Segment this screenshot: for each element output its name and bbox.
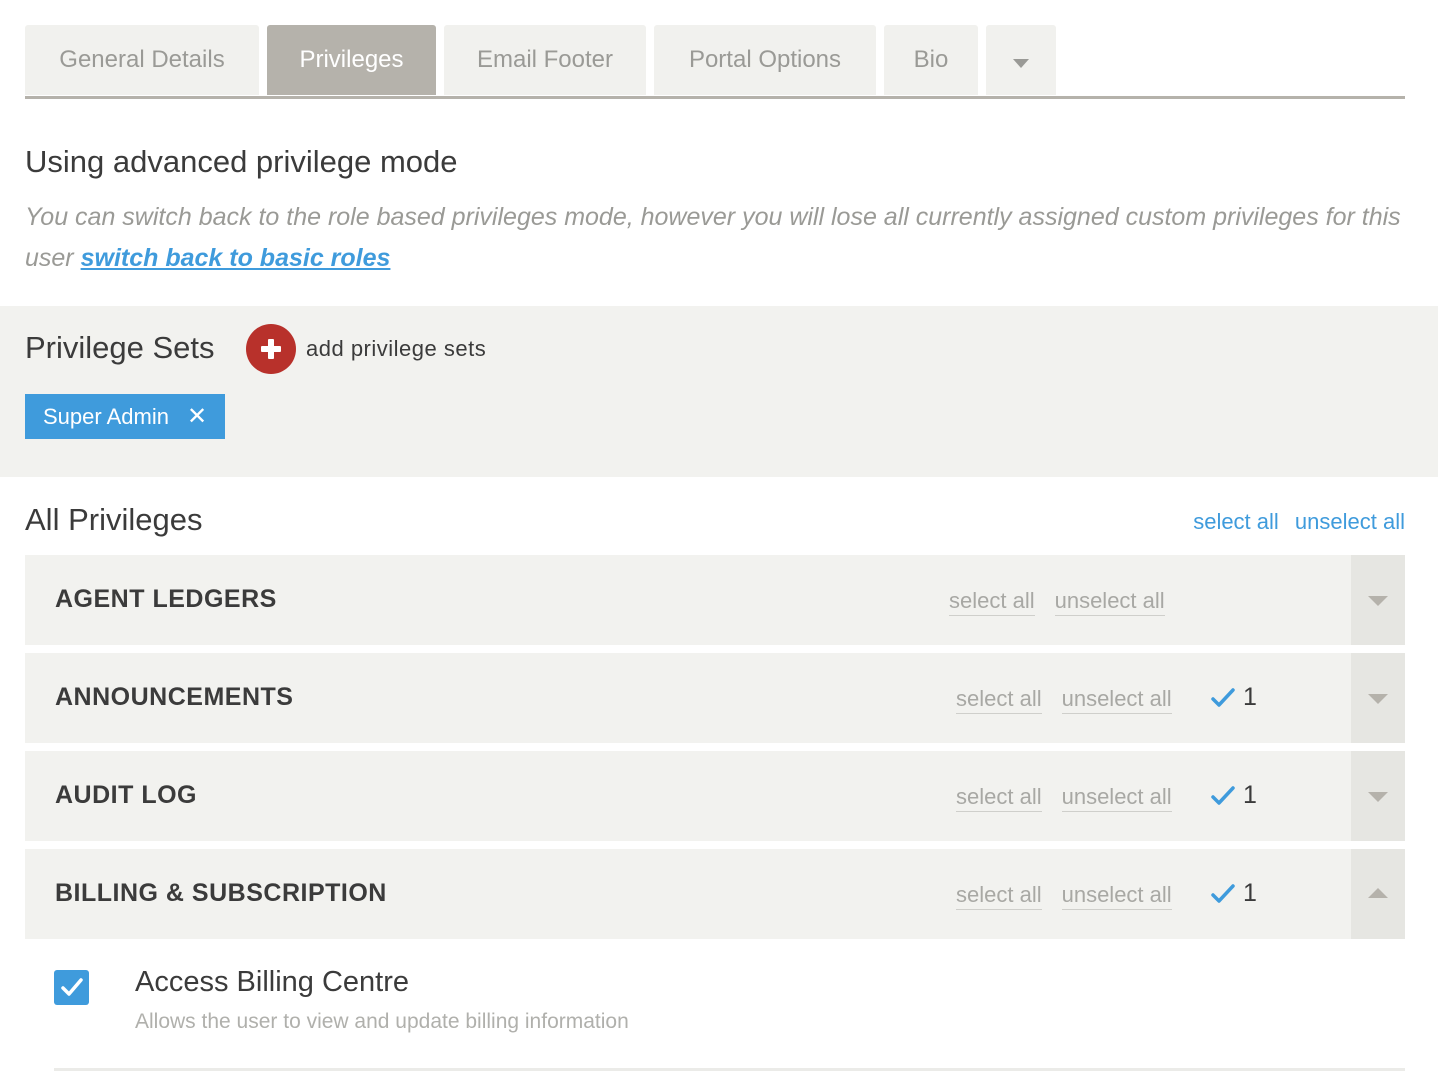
privilege-item-title: Access Billing Centre xyxy=(135,966,409,998)
selected-count-value: 1 xyxy=(1243,879,1257,907)
divider xyxy=(54,1068,1405,1071)
privilege-sets-panel: Privilege Sets add privilege sets Super … xyxy=(0,306,1438,477)
group-select-all-link[interactable]: select all xyxy=(956,882,1042,910)
selected-count-value: 1 xyxy=(1243,683,1257,711)
checkmark-icon xyxy=(1211,687,1235,707)
all-privileges-title: All Privileges xyxy=(25,502,203,537)
group-actions: select all unselect all xyxy=(956,686,1172,714)
group-select-all-link[interactable]: select all xyxy=(956,686,1042,714)
tab-email-footer[interactable]: Email Footer xyxy=(444,25,646,95)
group-select-all-link[interactable]: select all xyxy=(956,784,1042,812)
tab-portal-options[interactable]: Portal Options xyxy=(654,25,876,95)
group-unselect-all-link[interactable]: unselect all xyxy=(1061,686,1172,714)
switch-to-basic-roles-link[interactable]: switch back to basic roles xyxy=(81,244,391,272)
chevron-up-icon xyxy=(1368,888,1388,898)
tab-label: General Details xyxy=(59,46,225,73)
chevron-down-icon xyxy=(1368,792,1388,802)
tab-label: Portal Options xyxy=(688,46,842,73)
privilege-item-description: Allows the user to view and update billi… xyxy=(135,1010,629,1033)
close-icon[interactable]: ✕ xyxy=(187,402,207,431)
tab-privileges[interactable]: Privileges xyxy=(267,25,436,95)
group-expand-toggle[interactable] xyxy=(1351,555,1405,645)
tab-label: Bio xyxy=(913,46,949,73)
privilege-group-billing-subscription[interactable]: BILLING & SUBSCRIPTION select all unsele… xyxy=(25,849,1405,939)
group-unselect-all-link[interactable]: unselect all xyxy=(1061,784,1172,812)
group-actions: select all unselect all xyxy=(956,784,1172,812)
privilege-group-agent-ledgers[interactable]: AGENT LEDGERS select all unselect all xyxy=(25,555,1405,645)
add-privilege-set-button[interactable] xyxy=(246,324,296,374)
selected-count-value: 1 xyxy=(1243,781,1257,809)
chevron-down-icon xyxy=(1013,58,1029,68)
privilege-group-announcements[interactable]: ANNOUNCEMENTS select all unselect all 1 xyxy=(25,653,1405,743)
add-privilege-sets-label[interactable]: add privilege sets xyxy=(306,336,486,362)
group-collapse-toggle[interactable] xyxy=(1351,849,1405,939)
checkmark-icon xyxy=(1211,785,1235,805)
tab-more-dropdown[interactable] xyxy=(986,25,1056,95)
group-name: AUDIT LOG xyxy=(55,781,197,809)
group-name: ANNOUNCEMENTS xyxy=(55,683,294,711)
tab-bar: General Details Privileges Email Footer … xyxy=(25,25,1405,99)
selected-count: 1 xyxy=(1211,683,1257,712)
selected-count: 1 xyxy=(1211,879,1257,908)
group-expand-toggle[interactable] xyxy=(1351,751,1405,841)
privilege-sets-title: Privilege Sets xyxy=(25,330,215,365)
chevron-down-icon xyxy=(1368,694,1388,704)
group-name: BILLING & SUBSCRIPTION xyxy=(55,879,387,907)
mode-description: You can switch back to the role based pr… xyxy=(25,197,1405,279)
select-all-link[interactable]: select all xyxy=(1193,509,1279,534)
access-billing-centre-checkbox[interactable] xyxy=(54,970,89,1005)
selected-count: 1 xyxy=(1211,781,1257,810)
tab-label: Privileges xyxy=(299,46,404,73)
mode-title: Using advanced privilege mode xyxy=(25,144,458,179)
group-unselect-all-link[interactable]: unselect all xyxy=(1054,588,1165,616)
tab-general-details[interactable]: General Details xyxy=(25,25,259,95)
checkmark-icon xyxy=(61,978,83,996)
group-actions: select all unselect all xyxy=(956,882,1172,910)
group-select-all-link[interactable]: select all xyxy=(949,588,1035,616)
checkmark-icon xyxy=(1211,883,1235,903)
all-privileges-actions: select all unselect all xyxy=(1183,509,1405,535)
group-expand-toggle[interactable] xyxy=(1351,653,1405,743)
privilege-set-tag: Super Admin ✕ xyxy=(25,394,226,439)
tab-label: Email Footer xyxy=(476,46,614,73)
privilege-group-audit-log[interactable]: AUDIT LOG select all unselect all 1 xyxy=(25,751,1405,841)
group-actions: select all unselect all xyxy=(949,588,1165,616)
unselect-all-link[interactable]: unselect all xyxy=(1295,509,1405,534)
chevron-down-icon xyxy=(1368,596,1388,606)
group-name: AGENT LEDGERS xyxy=(55,585,277,613)
tab-bio[interactable]: Bio xyxy=(884,25,978,95)
group-unselect-all-link[interactable]: unselect all xyxy=(1061,882,1172,910)
tag-label: Super Admin xyxy=(43,403,169,429)
